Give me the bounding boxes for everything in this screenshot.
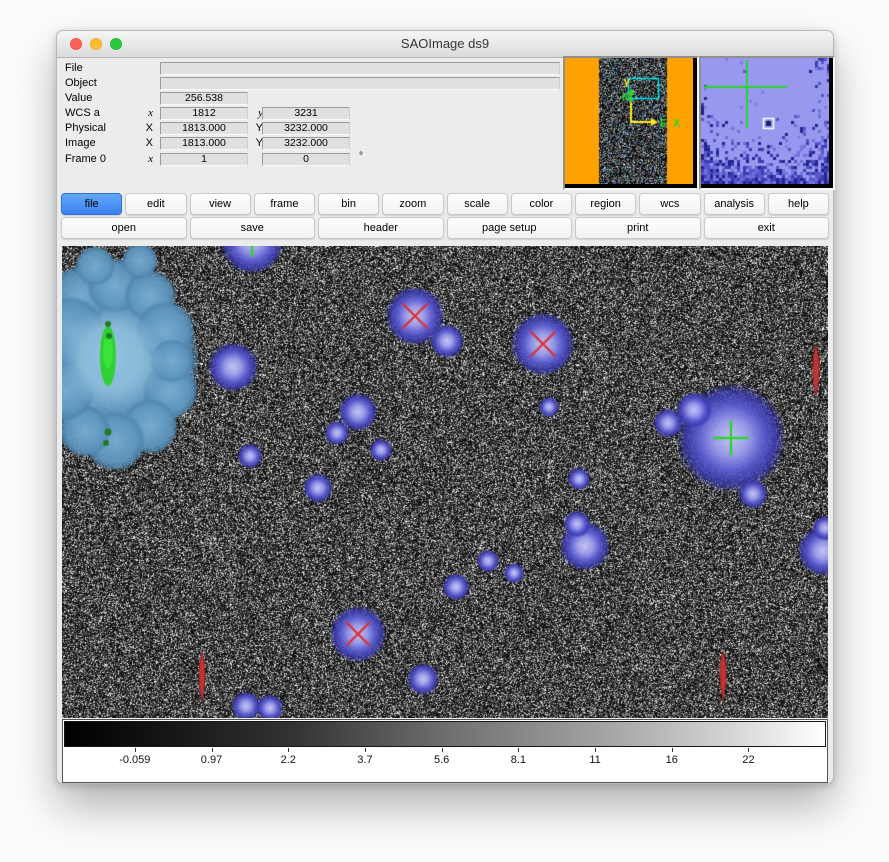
info-row-image: Image X 1813.000 Y 3232.000: [65, 137, 625, 152]
colorbar-tick-label: 16: [666, 754, 678, 766]
image-label: Image: [65, 137, 96, 149]
window-title: SAOImage ds9: [57, 31, 833, 57]
menu-zoom[interactable]: zoom: [382, 193, 443, 215]
exit-button[interactable]: exit: [704, 217, 830, 239]
magnifier[interactable]: [699, 56, 835, 190]
physical-y-field: 3232.000: [262, 122, 350, 135]
menu-file[interactable]: file: [61, 193, 122, 215]
info-row-physical: Physical X 1813.000 Y 3232.000: [65, 122, 625, 137]
colorbar-tick: [365, 748, 366, 752]
colorbar-gradient[interactable]: [64, 721, 826, 747]
degree-symbol: °: [359, 151, 363, 162]
commandbar: open save header page setup print exit: [61, 217, 829, 239]
colorbar-tick-label: 0.97: [201, 754, 222, 766]
menu-color[interactable]: color: [511, 193, 572, 215]
image-x-field: 1813.000: [160, 137, 248, 150]
frame-rotate-field: 0: [262, 153, 350, 166]
menu-view[interactable]: view: [190, 193, 251, 215]
wcs-x-label: x: [141, 107, 153, 119]
value-field: 256.538: [160, 92, 248, 105]
zoom-button[interactable]: [110, 38, 122, 50]
colorbar[interactable]: -0.059 0.97 2.2 3.7 5.6 8.1 11 16 22: [62, 719, 828, 783]
frame-zoom-field: 1: [160, 153, 248, 166]
colorbar-tick-label: 2.2: [281, 754, 296, 766]
traffic-lights: [70, 38, 122, 50]
wcs-label: WCS a: [65, 107, 100, 119]
info-row-frame: Frame 0 x 1 0 °: [65, 153, 625, 168]
value-label: Value: [65, 92, 92, 104]
colorbar-tick: [442, 748, 443, 752]
colorbar-tick-label: 22: [742, 754, 754, 766]
image-canvas[interactable]: [62, 246, 828, 718]
menu-edit[interactable]: edit: [125, 193, 186, 215]
page-setup-button[interactable]: page setup: [447, 217, 573, 239]
frame-label: Frame 0: [65, 153, 106, 165]
save-button[interactable]: save: [190, 217, 316, 239]
frame-x-label: x: [141, 153, 153, 165]
physical-x-field: 1813.000: [160, 122, 248, 135]
info-row-value: Value 256.538: [65, 92, 625, 107]
print-button[interactable]: print: [575, 217, 701, 239]
info-row-file: File: [65, 62, 625, 77]
menubar: file edit view frame bin zoom scale colo…: [61, 193, 829, 215]
colorbar-tick: [672, 748, 673, 752]
colorbar-tick-label: 8.1: [511, 754, 526, 766]
physical-x-label: X: [141, 122, 153, 134]
menu-help[interactable]: help: [768, 193, 829, 215]
file-label: File: [65, 62, 83, 74]
menu-bin[interactable]: bin: [318, 193, 379, 215]
panner-canvas[interactable]: [565, 58, 693, 184]
object-field: [160, 77, 560, 90]
open-button[interactable]: open: [61, 217, 187, 239]
colorbar-tick: [135, 748, 136, 752]
colorbar-tick-label: 3.7: [357, 754, 372, 766]
colorbar-tick: [595, 748, 596, 752]
wcs-y-field: 3231: [262, 107, 350, 120]
file-field: [160, 62, 560, 75]
menu-scale[interactable]: scale: [447, 193, 508, 215]
image-x-label: X: [141, 137, 153, 149]
ds9-window: SAOImage ds9 File Object Value 256.538 W…: [56, 30, 834, 784]
physical-label: Physical: [65, 122, 106, 134]
object-label: Object: [65, 77, 97, 89]
close-button[interactable]: [70, 38, 82, 50]
colorbar-tick: [518, 748, 519, 752]
info-row-wcs: WCS a x 1812 y 3231: [65, 107, 625, 122]
image-y-field: 3232.000: [262, 137, 350, 150]
colorbar-tick-label: 5.6: [434, 754, 449, 766]
image-view: [62, 246, 828, 718]
colorbar-tick-label: 11: [589, 754, 600, 766]
titlebar[interactable]: SAOImage ds9: [57, 31, 833, 58]
header-button[interactable]: header: [318, 217, 444, 239]
colorbar-tick-label: -0.059: [119, 754, 150, 766]
menu-analysis[interactable]: analysis: [704, 193, 765, 215]
menu-region[interactable]: region: [575, 193, 636, 215]
colorbar-tick: [748, 748, 749, 752]
menu-frame[interactable]: frame: [254, 193, 315, 215]
minimize-button[interactable]: [90, 38, 102, 50]
wcs-x-field: 1812: [160, 107, 248, 120]
info-row-object: Object: [65, 77, 625, 92]
colorbar-tick: [288, 748, 289, 752]
panner[interactable]: [563, 56, 699, 190]
magnifier-canvas[interactable]: [701, 58, 829, 184]
menu-wcs[interactable]: wcs: [639, 193, 700, 215]
colorbar-tick: [212, 748, 213, 752]
